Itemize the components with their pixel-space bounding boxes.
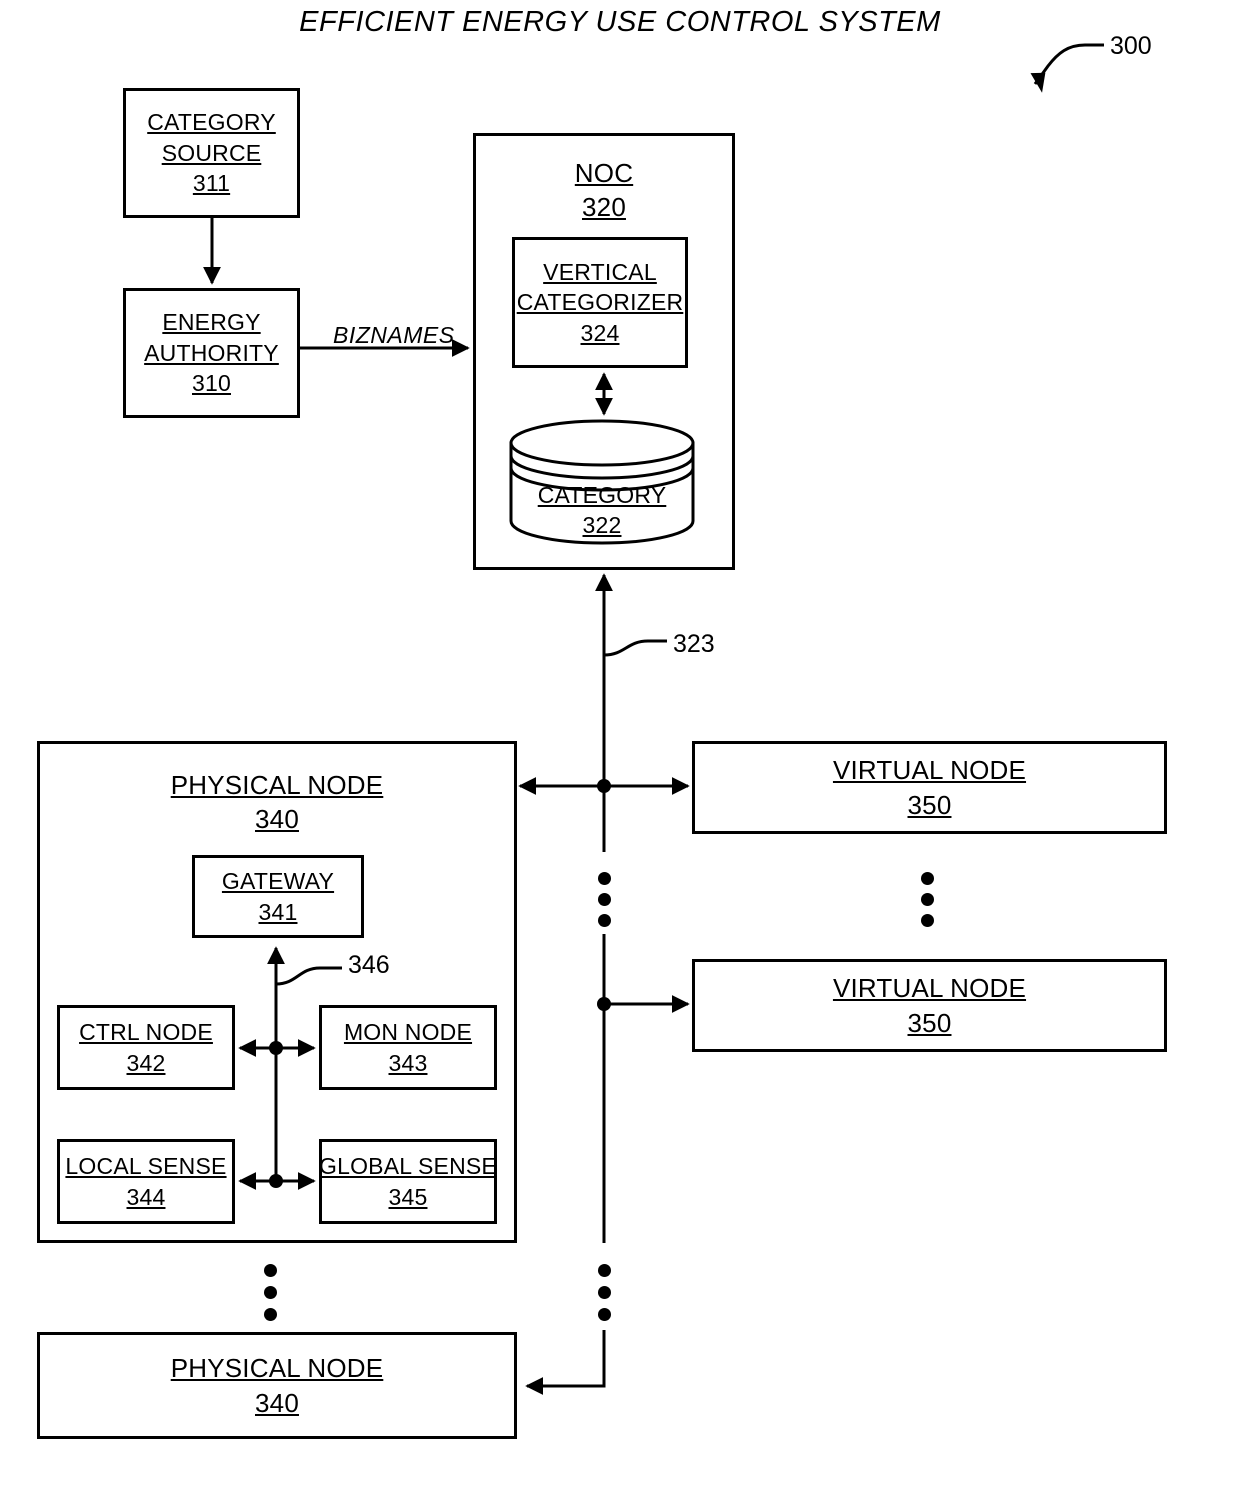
lead-line-300-arrowhead [1030,72,1046,93]
ellipsis-dot [598,1286,611,1299]
bus-junction-dot [597,997,611,1011]
gateway-label: GATEWAY [221,868,335,895]
block-virtual-node-1: VIRTUAL NODE 350 [692,741,1167,834]
vertical-categorizer-label-line1: VERTICAL [543,258,657,285]
bus-junction-dot [597,779,611,793]
ellipsis-dot [598,893,611,906]
physical-node-2-number: 340 [255,1387,299,1418]
ctrl-node-number: 342 [126,1049,166,1076]
block-virtual-node-2: VIRTUAL NODE 350 [692,959,1167,1052]
database-category-label: CATEGORY [537,482,667,508]
block-global-sense: GLOBAL SENSE 345 [319,1139,497,1224]
database-category: CATEGORY 322 [508,418,696,546]
block-category-source: CATEGORY SOURCE 311 [123,88,300,218]
mon-node-label: MON NODE [343,1019,473,1046]
ellipsis-dot [264,1308,277,1321]
ellipsis-dot [921,914,934,927]
block-physical-node-2: PHYSICAL NODE 340 [37,1332,517,1439]
ellipsis-dot [598,872,611,885]
ellipsis-dot [921,893,934,906]
block-gateway: GATEWAY 341 [192,855,364,938]
block-energy-authority: ENERGY AUTHORITY 310 [123,288,300,418]
block-ctrl-node: CTRL NODE 342 [57,1005,235,1090]
figure-title: EFFICIENT ENERGY USE CONTROL SYSTEM [299,6,941,38]
category-source-number: 311 [192,170,231,197]
local-sense-label: LOCAL SENSE [65,1153,227,1180]
virtual-node-1-number: 350 [907,789,952,820]
category-source-label-line1: CATEGORY [147,109,276,136]
gateway-number: 341 [258,898,298,925]
ellipsis-dot [598,1264,611,1277]
virtual-node-2-number: 350 [907,1007,952,1038]
virtual-node-2-label: VIRTUAL NODE [832,973,1027,1004]
physical-node-1-number: 340 [255,804,299,835]
vertical-categorizer-number: 324 [580,319,620,346]
physical-node-2-label: PHYSICAL NODE [170,1353,384,1384]
energy-authority-label-line1: ENERGY [162,309,261,336]
ctrl-node-label: CTRL NODE [79,1019,213,1046]
network-bus-reference-numeral: 323 [673,630,715,658]
ellipsis-dot [264,1286,277,1299]
database-category-number: 322 [582,512,622,538]
physical-node-1-label: PHYSICAL NODE [170,770,384,800]
biznames-flow-label: BIZNAMES [333,322,455,348]
global-sense-number: 345 [388,1183,428,1210]
energy-authority-number: 310 [192,370,231,397]
patent-figure: EFFICIENT ENERGY USE CONTROL SYSTEM 300 … [0,0,1240,1493]
virtual-node-1-label: VIRTUAL NODE [832,755,1027,786]
lead-line-323 [603,639,667,657]
ellipsis-dot [598,1308,611,1321]
internal-bus-reference-numeral: 346 [348,951,390,979]
noc-number: 320 [582,192,626,223]
block-local-sense: LOCAL SENSE 344 [57,1139,235,1224]
block-vertical-categorizer: VERTICAL CATEGORIZER 324 [512,237,688,368]
energy-authority-label-line2: AUTHORITY [144,339,279,366]
lead-line-300 [1033,43,1104,85]
figure-reference-numeral: 300 [1110,32,1152,60]
noc-label: NOC [574,158,634,188]
global-sense-label: GLOBAL SENSE [319,1153,497,1180]
ellipsis-dot [598,914,611,927]
arrow-bus-to-physical-node-2 [525,1330,606,1395]
vertical-categorizer-label-line2: CATEGORIZER [516,289,684,316]
category-source-label-line2: SOURCE [161,139,262,166]
ellipsis-dot [264,1264,277,1277]
block-mon-node: MON NODE 343 [319,1005,497,1090]
mon-node-number: 343 [388,1049,428,1076]
ellipsis-dot [921,872,934,885]
local-sense-number: 344 [126,1183,166,1210]
